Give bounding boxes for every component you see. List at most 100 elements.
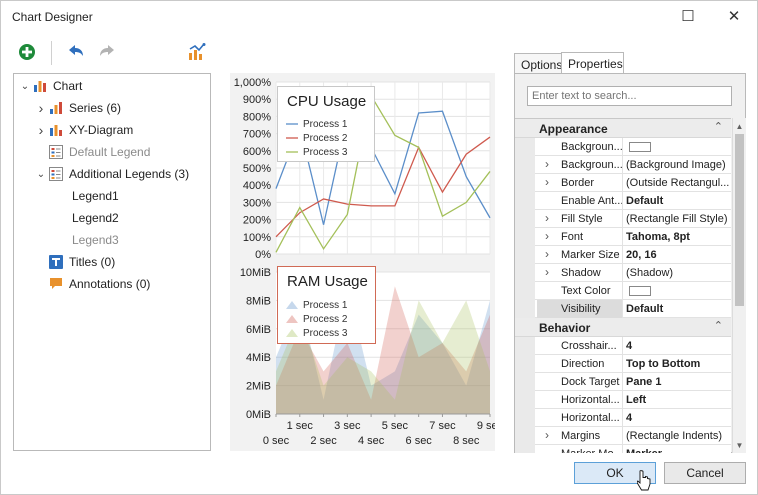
property-row[interactable]: Horizontal... 4	[515, 409, 731, 427]
property-row[interactable]: Backgroun...	[515, 138, 731, 156]
tree-item-xy-diagram[interactable]: › XY-Diagram	[34, 120, 134, 140]
tree-item-chart[interactable]: ⌄ Chart	[18, 76, 83, 96]
property-value[interactable]: 4	[625, 409, 731, 427]
undo-button[interactable]	[65, 41, 87, 63]
property-row[interactable]: › Marker Size 20, 16	[515, 246, 731, 264]
property-value[interactable]: Top to Bottom	[625, 355, 731, 373]
row-gutter	[515, 156, 535, 174]
property-name: Font	[537, 228, 623, 246]
chart-designer-window: Chart Designer ☐ ✕ ⌄ Chart › Series (6) …	[0, 0, 758, 495]
chevron-right-icon[interactable]: ›	[34, 100, 48, 116]
property-name: Horizontal...	[537, 391, 623, 409]
row-gutter	[515, 337, 535, 355]
property-value[interactable]: (Outside Rectangul...	[625, 174, 731, 192]
property-row[interactable]: › Fill Style (Rectangle Fill Style)	[515, 210, 731, 228]
property-row[interactable]: Enable Ant... Default	[515, 192, 731, 210]
chevron-down-icon[interactable]: ⌄	[34, 169, 48, 180]
tree-item-legend2[interactable]: Legend2	[72, 208, 119, 228]
series-marker-icon	[286, 151, 298, 153]
collapse-icon[interactable]: ⌃	[714, 120, 723, 133]
scroll-up-icon[interactable]: ▲	[733, 119, 746, 133]
property-value[interactable]: Pane 1	[625, 373, 731, 391]
ram-legend: RAM Usage Process 1 Process 2 Process 3	[277, 266, 376, 344]
property-row[interactable]: Direction Top to Bottom	[515, 355, 731, 373]
close-button[interactable]: ✕	[711, 1, 757, 31]
property-name: Border	[537, 174, 623, 192]
color-swatch[interactable]	[629, 142, 651, 153]
property-row[interactable]: Visibility Default	[515, 300, 731, 318]
property-name: Crosshair...	[537, 337, 623, 355]
property-value[interactable]: 20, 16	[625, 246, 731, 264]
property-grid[interactable]: Appearance ⌃ Backgroun... › Backgroun... (Bac…	[515, 118, 731, 453]
legend-entry: Process 2	[286, 312, 347, 326]
property-row[interactable]: Text Color	[515, 282, 731, 300]
property-row[interactable]: › Margins (Rectangle Indents)	[515, 427, 731, 445]
property-value[interactable]: 4	[625, 337, 731, 355]
collapse-icon[interactable]: ⌃	[714, 319, 723, 332]
property-value-text: (Outside Rectangul...	[626, 177, 730, 189]
add-button[interactable]	[16, 41, 38, 63]
property-value[interactable]: Left	[625, 391, 731, 409]
property-name: Marker Mo...	[537, 445, 623, 453]
property-value-text: 4	[626, 412, 633, 424]
property-row[interactable]: › Font Tahoma, 8pt	[515, 228, 731, 246]
property-row[interactable]: Horizontal... Left	[515, 391, 731, 409]
property-category[interactable]: Behavior ⌃	[515, 318, 731, 337]
property-value[interactable]: (Rectangle Fill Style)	[625, 210, 731, 228]
property-value[interactable]	[625, 138, 731, 156]
chart-preview[interactable]: 0% 100% 200% 300% 400% 500% 600% 700% 800% 900% 1,…	[230, 73, 495, 451]
tree-item-label: Default Legend	[69, 145, 151, 159]
property-row[interactable]: Marker Mo...Marker	[515, 445, 731, 453]
property-value[interactable]: (Background Image)	[625, 156, 731, 174]
tree-item-legend3[interactable]: Legend3	[72, 230, 119, 250]
chevron-right-icon[interactable]: ›	[34, 122, 48, 138]
property-value-text: (Background Image)	[626, 159, 726, 171]
x-tick-label: 3 sec	[334, 420, 361, 432]
color-swatch[interactable]	[629, 286, 651, 297]
y-tick-label: 10MiB	[240, 267, 271, 279]
scroll-down-icon[interactable]: ▼	[733, 438, 746, 452]
property-row[interactable]: › Shadow (Shadow)	[515, 264, 731, 282]
chart-wizard-button[interactable]	[186, 41, 208, 63]
property-row[interactable]: › Border (Outside Rectangul...	[515, 174, 731, 192]
redo-button[interactable]	[96, 41, 118, 63]
property-value[interactable]: (Shadow)	[625, 264, 731, 282]
scrollbar-thumb[interactable]	[735, 134, 744, 306]
property-name: Margins	[537, 427, 623, 445]
tree-item-legend1[interactable]: Legend1	[72, 186, 119, 206]
property-value[interactable]: (Rectangle Indents)	[625, 427, 731, 445]
tab-properties[interactable]: Properties	[561, 52, 624, 74]
x-tick-label: 0 sec	[263, 435, 290, 447]
tree-item-label: Additional Legends (3)	[69, 167, 190, 181]
property-row[interactable]: Crosshair... 4	[515, 337, 731, 355]
legend-label: Process 2	[303, 313, 348, 325]
cancel-button[interactable]: Cancel	[664, 462, 746, 484]
titles-icon	[48, 254, 64, 270]
tree-item-default-legend[interactable]: Default Legend	[48, 142, 150, 162]
property-row[interactable]: Dock Target Pane 1	[515, 373, 731, 391]
property-value[interactable]: Marker	[625, 445, 731, 453]
maximize-button[interactable]: ☐	[665, 1, 711, 31]
tree-item-annotations[interactable]: Annotations (0)	[48, 274, 150, 294]
property-grid-scrollbar[interactable]: ▲ ▼	[732, 118, 746, 453]
property-value[interactable]: Tahoma, 8pt	[625, 228, 731, 246]
chevron-down-icon[interactable]: ⌄	[18, 81, 32, 92]
property-category[interactable]: Appearance ⌃	[515, 119, 731, 138]
property-value[interactable]: Default	[625, 300, 731, 318]
tab-options[interactable]: Options	[514, 53, 562, 74]
row-gutter	[515, 373, 535, 391]
legend-label: Process 3	[303, 146, 348, 158]
properties-panel: Appearance ⌃ Backgroun...›Backgroun...(Bac…	[514, 73, 746, 453]
tree-item-additional-legends[interactable]: ⌄ Additional Legends (3)	[34, 164, 189, 184]
chart-element-tree[interactable]: ⌄ Chart › Series (6) › XY-Diagram Defaul…	[13, 73, 211, 451]
tree-item-titles[interactable]: Titles (0)	[48, 252, 115, 272]
tree-item-label: Series (6)	[69, 101, 122, 115]
property-value[interactable]: Default	[625, 192, 731, 210]
tree-item-label: Legend2	[72, 211, 119, 225]
property-value[interactable]	[625, 282, 731, 300]
tree-item-series[interactable]: › Series (6)	[34, 98, 121, 118]
series-marker-icon	[286, 301, 298, 309]
row-gutter	[515, 300, 535, 318]
property-row[interactable]: › Backgroun... (Background Image)	[515, 156, 731, 174]
property-search-input[interactable]	[527, 86, 732, 106]
